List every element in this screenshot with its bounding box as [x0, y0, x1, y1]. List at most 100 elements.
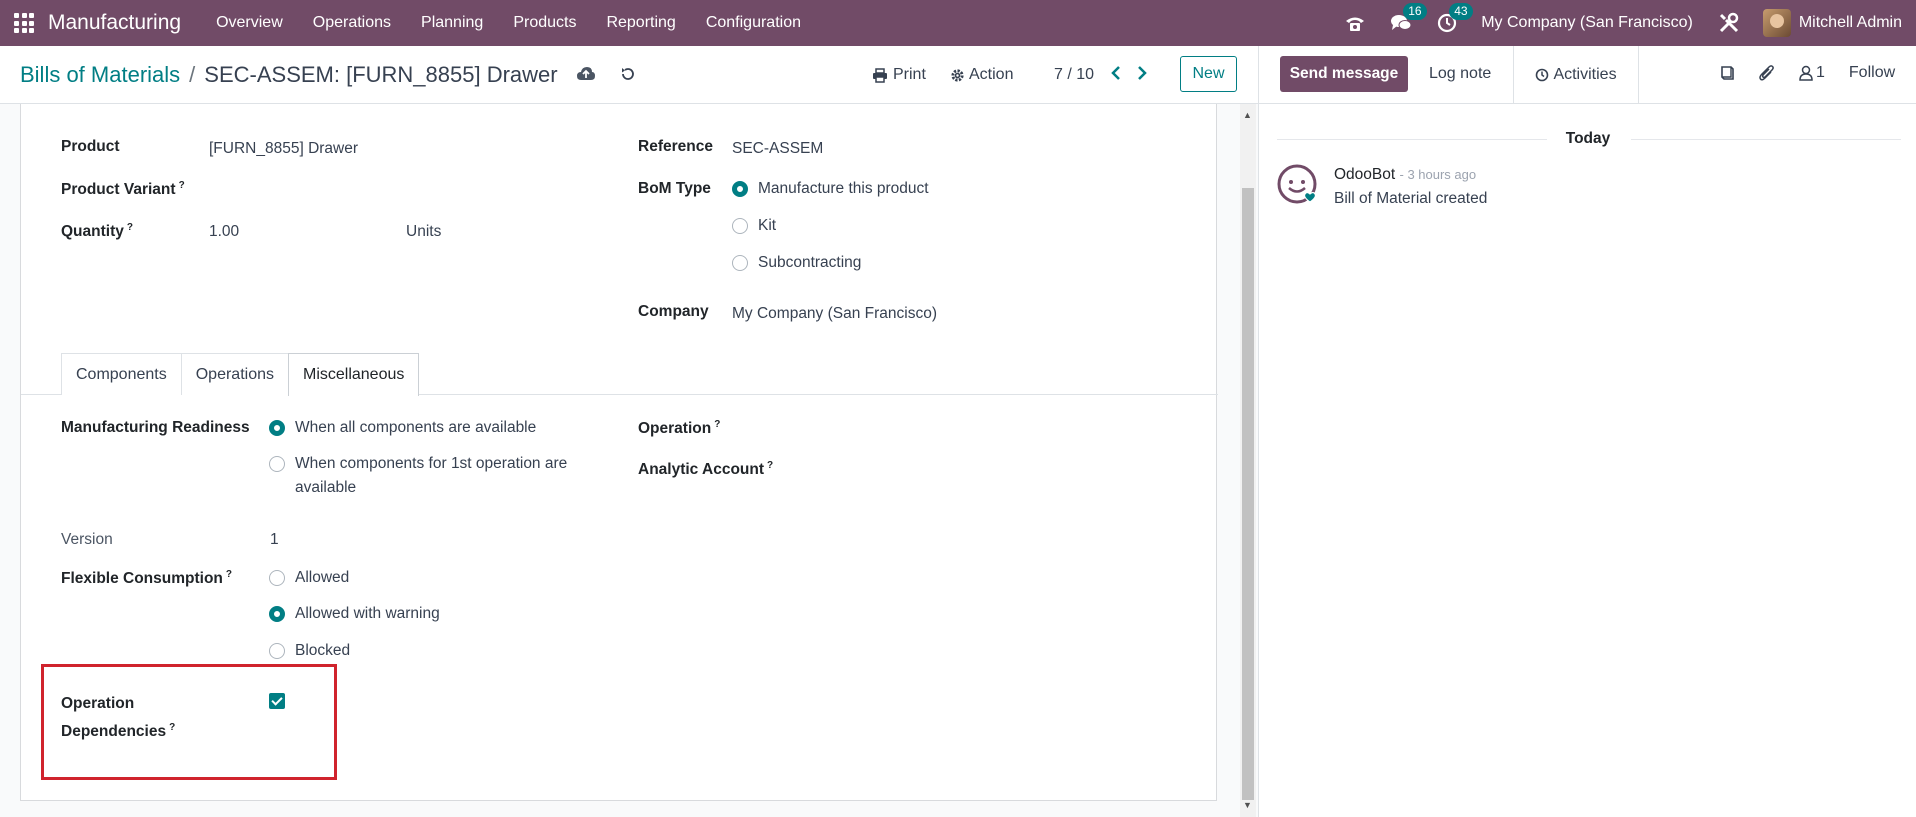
action-button[interactable]: Action: [950, 66, 1013, 84]
new-button[interactable]: New: [1180, 56, 1237, 92]
form-view: Product [FURN_8855] Drawer Product Varia…: [0, 104, 1258, 817]
readiness-first-operation-radio[interactable]: When components for 1st operation are ava…: [269, 452, 567, 500]
bom-type-manufacture-radio[interactable]: Manufacture this product: [732, 177, 929, 201]
quantity-field[interactable]: 1.00: [209, 223, 239, 241]
discard-undo-icon[interactable]: [620, 62, 636, 88]
messages-badge: 16: [1403, 3, 1427, 20]
tools-icon[interactable]: [1717, 11, 1741, 35]
form-sheet: Product [FURN_8855] Drawer Product Varia…: [20, 104, 1218, 801]
radio-unselected[interactable]: [269, 643, 285, 659]
tab-miscellaneous[interactable]: Miscellaneous: [287, 353, 420, 396]
book-icon[interactable]: [1719, 65, 1735, 81]
activities-button[interactable]: Activities: [1513, 46, 1639, 104]
log-note-button[interactable]: Log note: [1429, 56, 1491, 92]
bom-type-kit-radio[interactable]: Kit: [732, 214, 776, 238]
radio-unselected[interactable]: [732, 218, 748, 234]
apps-grid-icon[interactable]: [14, 13, 34, 33]
notebook-tabs: Components Operations Miscellaneous: [61, 353, 420, 396]
scroll-up-arrow-icon[interactable]: ▲: [1243, 110, 1252, 120]
flexible-allowed-radio[interactable]: Allowed: [269, 566, 349, 590]
message-timestamp: - 3 hours ago: [1399, 167, 1477, 182]
paperclip-icon[interactable]: [1759, 64, 1775, 82]
bom-type-subcontracting-radio[interactable]: Subcontracting: [732, 251, 861, 275]
reference-label: Reference: [638, 138, 713, 155]
help-tooltip-icon[interactable]: ?: [226, 569, 232, 580]
date-separator: Today: [1259, 130, 1916, 148]
radio-selected[interactable]: [269, 420, 285, 436]
chatter-panel: Send message Log note Activities 1 Follo…: [1258, 46, 1916, 817]
top-navbar: Manufacturing Overview Operations Planni…: [0, 0, 1916, 46]
main-menu: Overview Operations Planning Products Re…: [201, 14, 816, 32]
radio-unselected[interactable]: [269, 456, 285, 472]
version-label: Version: [61, 531, 113, 548]
menu-products[interactable]: Products: [498, 14, 591, 32]
scrollbar-thumb[interactable]: [1242, 188, 1254, 800]
quantity-label: Quantity?: [61, 222, 133, 241]
user-icon: [1799, 65, 1813, 81]
navbar-systray: 16 43 My Company (San Francisco) Mitchel…: [1343, 0, 1916, 46]
operation-dependencies-checkbox[interactable]: [269, 693, 285, 709]
radio-unselected[interactable]: [269, 570, 285, 586]
app-name[interactable]: Manufacturing: [48, 11, 181, 35]
chatter-topbar: Send message Log note Activities 1 Follo…: [1259, 46, 1916, 104]
tab-components[interactable]: Components: [61, 353, 182, 395]
product-label: Product: [61, 138, 120, 155]
product-field[interactable]: [FURN_8855] Drawer: [209, 140, 358, 158]
clock-icon: [1536, 68, 1549, 82]
user-menu[interactable]: Mitchell Admin: [1799, 14, 1902, 32]
action-label: Action: [969, 66, 1014, 83]
follow-button[interactable]: Follow: [1849, 64, 1895, 82]
activities-clock-icon[interactable]: 43: [1435, 3, 1473, 35]
breadcrumb-bom-link[interactable]: Bills of Materials: [20, 62, 180, 88]
pager-previous-icon[interactable]: [1110, 65, 1122, 85]
breadcrumb: Bills of Materials / SEC-ASSEM: [FURN_88…: [20, 62, 660, 88]
menu-overview[interactable]: Overview: [201, 14, 298, 32]
menu-planning[interactable]: Planning: [406, 14, 498, 32]
company-label: Company: [638, 303, 709, 320]
company-field[interactable]: My Company (San Francisco): [732, 305, 937, 323]
activities-badge: 43: [1449, 3, 1473, 20]
menu-operations[interactable]: Operations: [298, 14, 406, 32]
scroll-down-arrow-icon[interactable]: ▼: [1243, 800, 1252, 810]
cloud-save-icon[interactable]: [576, 62, 596, 88]
print-button[interactable]: Print: [872, 66, 926, 84]
version-field: 1: [270, 531, 279, 548]
flexible-blocked-radio[interactable]: Blocked: [269, 639, 350, 663]
uom-field[interactable]: Units: [406, 223, 441, 241]
send-message-button[interactable]: Send message: [1280, 56, 1408, 92]
help-tooltip-icon[interactable]: ?: [179, 180, 185, 191]
operation-label: Operation?: [638, 419, 721, 438]
product-variant-label: Product Variant?: [61, 180, 185, 199]
manufacturing-readiness-label: Manufacturing Readiness: [61, 419, 250, 436]
radio-selected[interactable]: [732, 181, 748, 197]
flexible-consumption-label: Flexible Consumption?: [61, 569, 233, 588]
pager-value[interactable]: 7 / 10: [1054, 66, 1094, 84]
readiness-all-components-radio[interactable]: When all components are available: [269, 416, 536, 440]
printer-icon: [873, 67, 887, 83]
user-avatar[interactable]: [1762, 9, 1791, 37]
help-tooltip-icon[interactable]: ?: [169, 722, 175, 733]
menu-configuration[interactable]: Configuration: [691, 14, 816, 32]
radio-unselected[interactable]: [732, 255, 748, 271]
print-label: Print: [893, 66, 926, 83]
radio-selected[interactable]: [269, 606, 285, 622]
pager-next-icon[interactable]: [1136, 65, 1148, 85]
messages-icon[interactable]: 16: [1389, 3, 1427, 35]
help-tooltip-icon[interactable]: ?: [714, 419, 720, 430]
operation-dependencies-label: Operation Dependencies?: [61, 695, 176, 741]
tab-operations[interactable]: Operations: [180, 353, 289, 395]
followers-button[interactable]: 1: [1799, 64, 1825, 82]
phone-icon[interactable]: [1343, 11, 1367, 35]
breadcrumb-separator: /: [189, 62, 196, 87]
company-switcher[interactable]: My Company (San Francisco): [1481, 14, 1693, 32]
message-author: OdooBot - 3 hours ago: [1334, 166, 1477, 183]
message-body: Bill of Material created: [1334, 190, 1488, 207]
odoobot-avatar-icon[interactable]: [1277, 164, 1319, 206]
reference-field[interactable]: SEC-ASSEM: [732, 140, 823, 158]
control-panel: Bills of Materials / SEC-ASSEM: [FURN_88…: [0, 46, 1258, 104]
menu-reporting[interactable]: Reporting: [591, 14, 690, 32]
help-tooltip-icon[interactable]: ?: [767, 460, 773, 471]
record-title: SEC-ASSEM: [FURN_8855] Drawer: [204, 62, 558, 87]
help-tooltip-icon[interactable]: ?: [127, 222, 133, 233]
flexible-allowed-warning-radio[interactable]: Allowed with warning: [269, 602, 440, 626]
